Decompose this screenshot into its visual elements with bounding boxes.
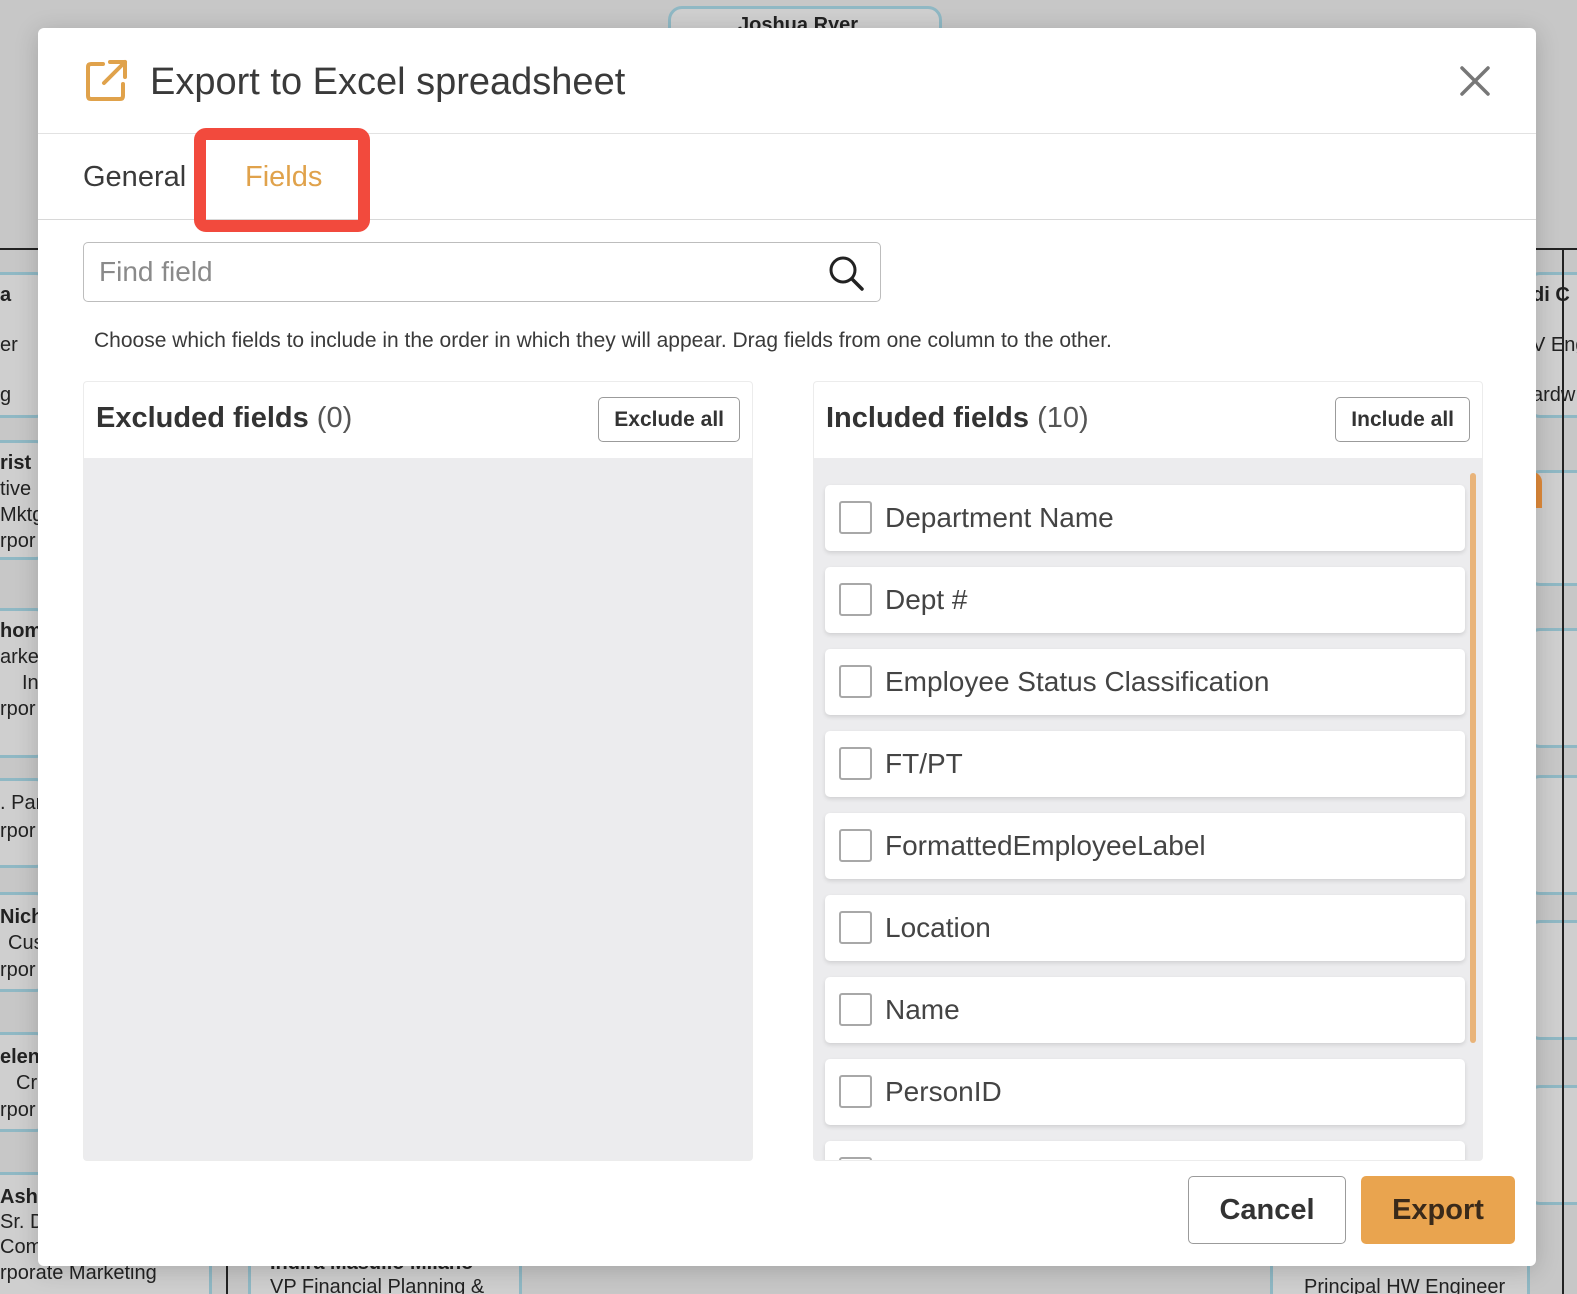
field-checkbox[interactable] — [839, 501, 872, 534]
export-dialog: Export to Excel spreadsheet General Fiel… — [38, 28, 1536, 1266]
org-text: a — [0, 284, 12, 306]
included-fields-panel[interactable]: Included fields (10) Include all Departm… — [813, 381, 1483, 1161]
dialog-header: Export to Excel spreadsheet — [38, 28, 1536, 134]
included-list-scrollbar[interactable] — [1470, 473, 1476, 1043]
org-text: rpor — [0, 1099, 36, 1121]
field-item-partial[interactable] — [825, 1141, 1465, 1160]
excluded-panel-header: Excluded fields (0) Exclude all — [84, 382, 752, 458]
search-input[interactable] — [84, 243, 814, 301]
org-line — [226, 1262, 228, 1294]
exclude-all-button[interactable]: Exclude all — [598, 397, 740, 442]
field-checkbox[interactable] — [839, 665, 872, 698]
field-label: FormattedEmployeeLabel — [885, 830, 1206, 861]
field-checkbox[interactable] — [839, 829, 872, 862]
field-label: Department Name — [885, 502, 1114, 533]
org-line — [0, 248, 38, 250]
org-text: g — [0, 384, 12, 406]
included-count: (10) — [1037, 402, 1089, 434]
field-checkbox[interactable] — [839, 1075, 872, 1108]
included-title-label: Included fields — [826, 402, 1030, 434]
excluded-panel-title: Excluded fields (0) — [96, 400, 352, 436]
instructions-text: Choose which fields to include in the or… — [94, 329, 1112, 352]
field-item[interactable]: Name — [825, 977, 1465, 1043]
field-item[interactable]: Dept # — [825, 567, 1465, 633]
close-icon[interactable] — [1458, 64, 1492, 98]
search-field — [83, 242, 881, 302]
field-label: FT/PT — [885, 748, 963, 779]
org-text: Nich — [0, 906, 44, 928]
org-text: tive — [0, 478, 32, 500]
org-text: ardw — [1532, 384, 1576, 406]
org-text: V Eng — [1532, 334, 1577, 356]
org-text: rist — [0, 452, 32, 474]
field-item[interactable]: Department Name — [825, 485, 1465, 551]
org-text: hom — [0, 620, 43, 642]
org-text: rpor — [0, 530, 36, 552]
field-item[interactable]: FormattedEmployeeLabel — [825, 813, 1465, 879]
org-text: rpor — [0, 820, 36, 842]
excluded-count: (0) — [316, 402, 353, 434]
included-fields-list[interactable]: Department Name Dept # Employee Status C… — [814, 458, 1482, 1160]
field-label: Employee Status Classification — [885, 666, 1270, 697]
org-text: In — [22, 672, 39, 694]
field-item[interactable]: Employee Status Classification — [825, 649, 1465, 715]
excluded-title-label: Excluded fields — [96, 402, 309, 434]
org-text: . Par — [0, 792, 43, 814]
org-text: Com — [0, 1236, 43, 1258]
org-text: elen — [0, 1046, 41, 1068]
field-checkbox[interactable] — [839, 747, 872, 780]
field-item[interactable]: PersonID — [825, 1059, 1465, 1125]
tab-bar: General Fields — [38, 134, 1536, 220]
field-item[interactable]: FT/PT — [825, 731, 1465, 797]
field-checkbox[interactable] — [839, 583, 872, 616]
include-all-button[interactable]: Include all — [1335, 397, 1470, 442]
field-label: Location — [885, 912, 991, 943]
export-icon — [86, 60, 127, 101]
org-text: VP Financial Planning & — [270, 1276, 485, 1294]
cancel-button[interactable]: Cancel — [1188, 1176, 1346, 1244]
tab-general[interactable]: General — [83, 134, 186, 220]
excluded-fields-list[interactable] — [84, 458, 752, 1160]
org-text: er — [0, 334, 18, 356]
tab-fields[interactable]: Fields — [245, 134, 322, 220]
field-checkbox[interactable] — [839, 1157, 872, 1160]
org-text: Mktg — [0, 504, 44, 526]
org-text: Ashi — [0, 1186, 44, 1208]
field-checkbox[interactable] — [839, 911, 872, 944]
field-label: Name — [885, 994, 960, 1025]
included-panel-header: Included fields (10) Include all — [814, 382, 1482, 458]
field-label: Dept # — [885, 584, 968, 615]
export-button[interactable]: Export — [1361, 1176, 1515, 1244]
org-text: rpor — [0, 959, 36, 981]
excluded-fields-panel[interactable]: Excluded fields (0) Exclude all — [83, 381, 753, 1161]
search-icon[interactable] — [826, 253, 866, 293]
org-text: Cr — [16, 1072, 38, 1094]
field-label: PersonID — [885, 1076, 1002, 1107]
org-text: Principal HW Engineer — [1304, 1276, 1506, 1294]
org-text: di C — [1532, 284, 1570, 306]
field-item[interactable]: Location — [825, 895, 1465, 961]
dialog-title: Export to Excel spreadsheet — [150, 61, 626, 103]
field-checkbox[interactable] — [839, 993, 872, 1026]
included-panel-title: Included fields (10) — [826, 400, 1089, 436]
org-text: rpor — [0, 698, 36, 720]
